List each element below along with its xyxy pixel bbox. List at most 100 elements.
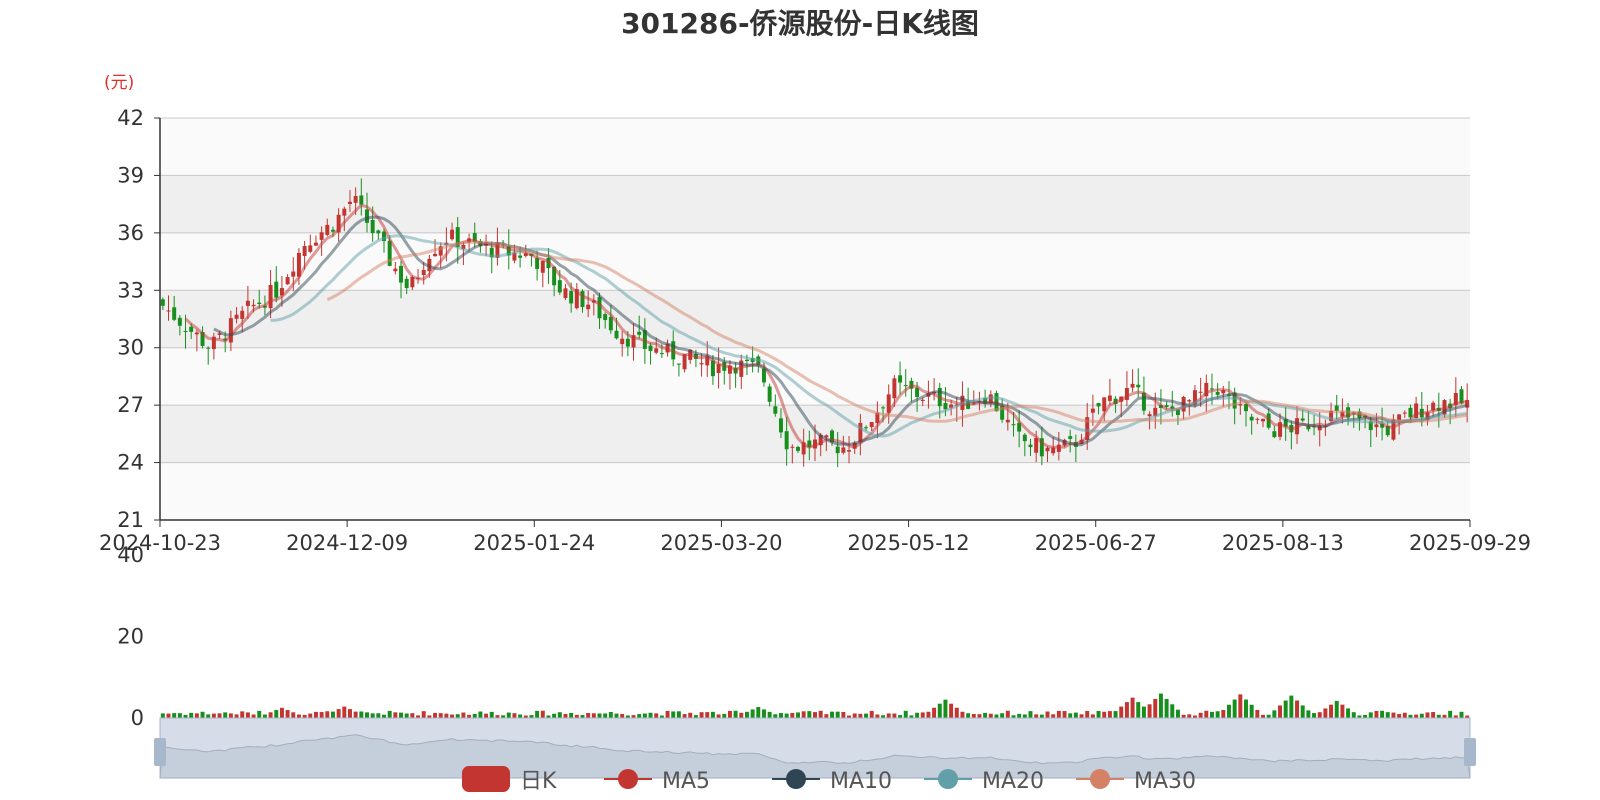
- volume-bar: [370, 713, 375, 718]
- volume-bar: [313, 711, 318, 718]
- volume-bar: [535, 710, 540, 718]
- volume-bar: [1278, 705, 1283, 718]
- volume-bar: [274, 710, 279, 718]
- date-x-axis: 2024-10-23 2024-12-09 2025-01-24 2025-03-20…: [99, 519, 1531, 555]
- volume-bar: [1130, 697, 1135, 718]
- candle-body: [892, 378, 897, 399]
- volume-bar: [1374, 711, 1379, 718]
- volume-bar: [1289, 695, 1294, 718]
- candle-body: [399, 265, 404, 283]
- datazoom-slider[interactable]: [154, 717, 1476, 779]
- volume-bar: [682, 714, 687, 718]
- volume-bar: [642, 713, 647, 718]
- candle-body: [302, 246, 307, 257]
- candle-body: [518, 255, 523, 258]
- volume-bar: [1141, 706, 1146, 718]
- volume-bar: [1368, 712, 1373, 718]
- candle-body: [274, 281, 279, 298]
- volume-bar: [920, 712, 925, 718]
- candle-body: [291, 271, 296, 277]
- price-y-axis: 21 24 27 30 33 36 39 42: [117, 106, 161, 532]
- legend-item-ma10[interactable]: MA10: [772, 769, 892, 794]
- volume-bar: [330, 711, 335, 718]
- volume-bar: [387, 710, 392, 718]
- volume-bar: [977, 714, 982, 718]
- volume-bar: [211, 713, 216, 718]
- volume-bar: [1102, 711, 1107, 718]
- volume-bar: [1249, 704, 1254, 718]
- volume-bar: [892, 713, 897, 718]
- volume-bar: [869, 710, 874, 718]
- volume-bar: [1323, 708, 1328, 718]
- candle-body: [1187, 400, 1192, 402]
- volume-bar: [399, 712, 404, 718]
- volume-bar: [291, 712, 296, 718]
- legend-marker: [1090, 769, 1110, 789]
- candle-body: [864, 427, 869, 429]
- volume-bar: [177, 713, 182, 718]
- candle-body: [353, 196, 358, 203]
- volume-bar: [858, 713, 863, 718]
- candle-body: [189, 326, 194, 332]
- volume-bar: [1397, 714, 1402, 718]
- candle-body: [450, 229, 455, 240]
- candle-body: [841, 447, 846, 453]
- volume-bar: [903, 710, 908, 718]
- candle-body: [540, 260, 545, 273]
- candle-body: [234, 314, 239, 319]
- x-tick-label: 2024-12-09: [286, 531, 408, 555]
- candle-body: [778, 418, 783, 433]
- legend-item-ma30[interactable]: MA30: [1076, 769, 1196, 794]
- volume-bar: [285, 710, 290, 718]
- volume-bar: [359, 711, 364, 718]
- candle-body: [1022, 434, 1027, 442]
- candle-body: [183, 330, 188, 332]
- volume-bar: [262, 714, 267, 718]
- volume-bar: [1085, 710, 1090, 718]
- candle-body: [744, 359, 749, 362]
- candle-body: [773, 406, 778, 414]
- legend-label: MA5: [662, 769, 710, 794]
- volume-bar: [1187, 714, 1192, 718]
- volume-bar: [943, 699, 948, 718]
- volume-bar: [1170, 704, 1175, 718]
- volume-bar: [1198, 712, 1203, 718]
- volume-bar: [489, 711, 494, 718]
- volume-bar: [166, 713, 171, 718]
- legend-marker: [786, 769, 806, 789]
- legend-label: MA30: [1134, 769, 1196, 794]
- volume-bar: [1272, 710, 1277, 718]
- candle-body: [1130, 383, 1135, 388]
- volume-bar: [569, 712, 574, 718]
- volume-bar: [512, 713, 517, 718]
- volume-bar: [1079, 714, 1084, 718]
- volume-bar: [1209, 711, 1214, 718]
- volume-bar: [716, 714, 721, 718]
- volume-y-axis: 0 20 40: [117, 543, 144, 730]
- volume-bar: [172, 713, 177, 718]
- candle-body: [313, 242, 318, 246]
- volume-bar: [1317, 712, 1322, 718]
- candle-body: [898, 375, 903, 383]
- legend-item-ma20[interactable]: MA20: [924, 769, 1044, 794]
- candle-body: [1334, 405, 1339, 411]
- candle-body: [359, 195, 364, 205]
- volume-bar: [744, 711, 749, 718]
- volume-bar: [1295, 700, 1300, 718]
- volume-bar: [1385, 712, 1390, 718]
- candle-body: [1272, 431, 1277, 438]
- volume-bar: [206, 714, 211, 718]
- volume-bar: [268, 712, 273, 718]
- volume-bar: [614, 713, 619, 718]
- volume-bar: [727, 710, 732, 718]
- volume-bar: [540, 710, 545, 718]
- volume-bar: [1028, 711, 1033, 718]
- volume-bar: [1340, 704, 1345, 718]
- volume-bar: [393, 712, 398, 718]
- volume-bar: [1306, 710, 1311, 718]
- volume-bar: [421, 711, 426, 718]
- volume-bar: [818, 710, 823, 718]
- volume-bar: [376, 713, 381, 718]
- volume-bar: [1226, 704, 1231, 718]
- legend-label: MA20: [982, 769, 1044, 794]
